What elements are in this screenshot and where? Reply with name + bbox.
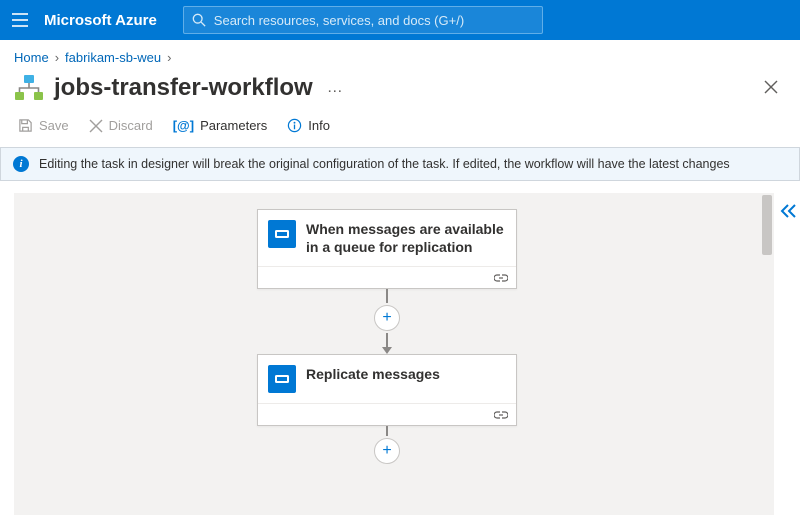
trigger-node-title: When messages are available in a queue f… — [306, 220, 504, 256]
workflow-icon — [14, 74, 44, 102]
scrollbar-thumb[interactable] — [762, 195, 772, 255]
hamburger-icon[interactable] — [8, 8, 32, 32]
arrow-down-icon — [382, 347, 392, 354]
servicebus-icon — [268, 365, 296, 393]
parameters-icon: [@] — [173, 118, 194, 133]
connector-line — [386, 333, 388, 347]
link-icon[interactable] — [494, 273, 508, 283]
action-node-title: Replicate messages — [306, 365, 440, 383]
add-step-button[interactable]: + — [374, 438, 400, 464]
info-label: Info — [308, 118, 330, 133]
info-icon — [287, 118, 302, 133]
add-step-button[interactable]: + — [374, 305, 400, 331]
connector-line — [386, 289, 388, 303]
search-input[interactable] — [214, 13, 534, 28]
more-menu-icon[interactable]: … — [323, 79, 347, 97]
discard-button[interactable]: Discard — [81, 114, 161, 137]
collapse-panel-icon[interactable] — [776, 199, 800, 223]
servicebus-icon — [268, 220, 296, 248]
designer-area: When messages are available in a queue f… — [0, 181, 800, 515]
save-button[interactable]: Save — [10, 114, 77, 137]
link-icon[interactable] — [494, 410, 508, 420]
brand-label[interactable]: Microsoft Azure — [44, 12, 157, 29]
trigger-node[interactable]: When messages are available in a queue f… — [257, 209, 517, 289]
search-icon — [192, 13, 206, 27]
title-row: jobs-transfer-workflow … — [0, 68, 800, 110]
chevron-right-icon: › — [167, 50, 171, 65]
info-banner: i Editing the task in designer will brea… — [0, 147, 800, 181]
save-icon — [18, 118, 33, 133]
info-button[interactable]: Info — [279, 114, 338, 137]
breadcrumb-resource[interactable]: fabrikam-sb-weu — [65, 50, 161, 65]
chevron-right-icon: › — [55, 50, 59, 65]
global-search[interactable] — [183, 6, 543, 34]
discard-icon — [89, 119, 103, 133]
flow-container: When messages are available in a queue f… — [257, 209, 517, 466]
action-node[interactable]: Replicate messages — [257, 354, 517, 426]
page-title: jobs-transfer-workflow — [54, 74, 313, 102]
toolbar: Save Discard [@] Parameters Info — [0, 110, 800, 147]
connector-line — [386, 426, 388, 436]
vertical-scrollbar[interactable] — [760, 193, 774, 515]
parameters-button[interactable]: [@] Parameters — [165, 114, 276, 137]
info-badge-icon: i — [13, 156, 29, 172]
discard-label: Discard — [109, 118, 153, 133]
top-bar: Microsoft Azure — [0, 0, 800, 40]
designer-canvas[interactable]: When messages are available in a queue f… — [14, 193, 760, 515]
parameters-label: Parameters — [200, 118, 267, 133]
save-label: Save — [39, 118, 69, 133]
close-icon[interactable] — [764, 80, 780, 96]
banner-text: Editing the task in designer will break … — [39, 157, 730, 171]
breadcrumb: Home › fabrikam-sb-weu › — [0, 40, 800, 68]
breadcrumb-home[interactable]: Home — [14, 50, 49, 65]
